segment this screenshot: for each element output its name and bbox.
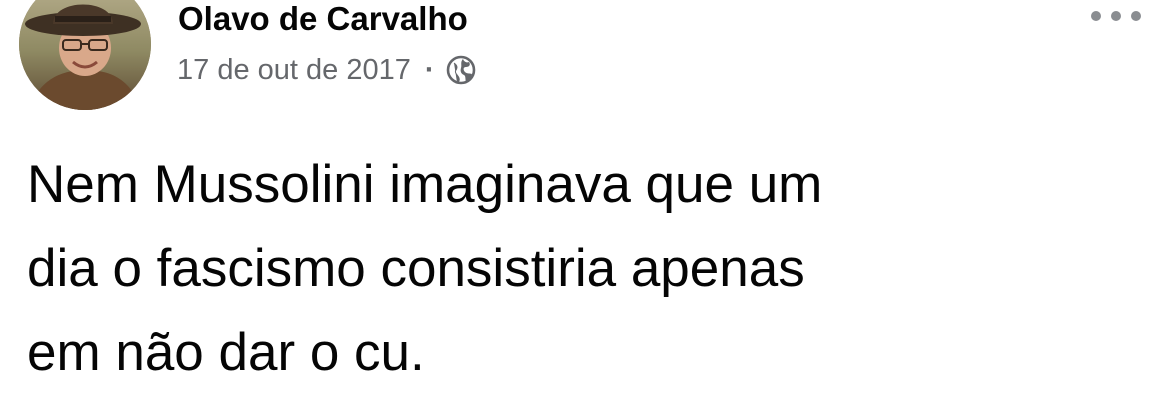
avatar[interactable] [19, 0, 151, 110]
post-date[interactable]: 17 de out de 2017 [177, 54, 411, 87]
facebook-post: Olavo de Carvalho 17 de out de 2017 · Ne… [0, 0, 1162, 387]
post-text: Nem Mussolini imaginava que um dia o fas… [27, 155, 823, 382]
author-name[interactable]: Olavo de Carvalho [178, 0, 468, 38]
profile-photo [19, 0, 151, 110]
post-meta: 17 de out de 2017 · [177, 52, 477, 88]
globe-icon[interactable] [445, 54, 477, 86]
meta-separator: · [424, 53, 435, 86]
more-options-icon[interactable] [1088, 4, 1144, 28]
